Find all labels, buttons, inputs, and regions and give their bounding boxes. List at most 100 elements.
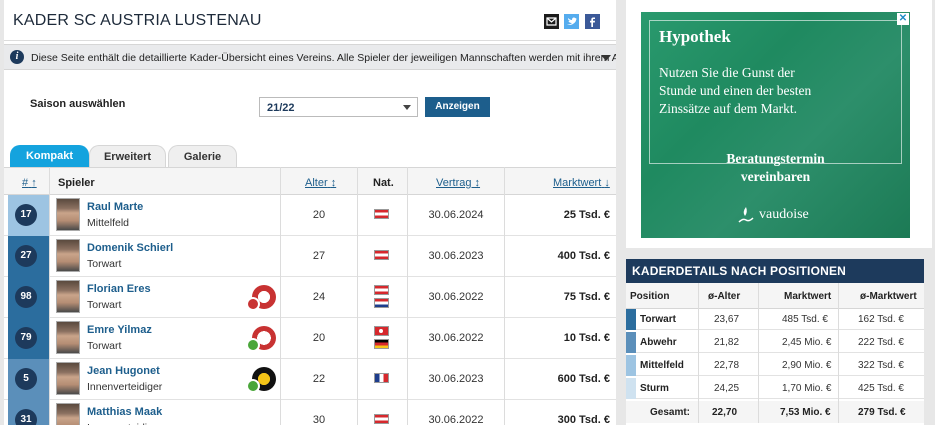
tab-erweitert[interactable]: Erweitert — [89, 145, 166, 167]
player-contract: 30.06.2024 — [428, 209, 484, 221]
player-market-value[interactable]: 10 Tsd. € — [504, 332, 610, 344]
table-header: # ↑ Spieler Alter ↕ Nat. Vertrag ↕ Markt… — [4, 167, 616, 195]
transfer-club-badge[interactable] — [246, 367, 276, 393]
chevron-down-icon[interactable] — [601, 55, 611, 61]
player-contract: 30.06.2022 — [428, 414, 484, 425]
page-header: KADER SC AUSTRIA LUSTENAU — [4, 0, 616, 41]
info-text: Diese Seite enthält die detaillierte Kad… — [31, 52, 616, 64]
player-name-link[interactable]: Raul Marte — [87, 201, 143, 213]
player-position: Torwart — [87, 258, 122, 270]
column-divider — [758, 283, 759, 423]
player-photo[interactable] — [56, 362, 80, 395]
detail-avg-value: 162 Tsd. € — [858, 314, 904, 325]
player-market-value[interactable]: 600 Tsd. € — [504, 373, 610, 385]
position-color-bar — [626, 332, 636, 353]
close-icon[interactable]: ✕ — [897, 13, 909, 25]
column-divider — [357, 167, 358, 425]
email-share-icon[interactable] — [544, 14, 559, 29]
advertisement-banner[interactable]: Hypothek Nutzen Sie die Gunst der Stunde… — [641, 12, 910, 238]
player-photo[interactable] — [56, 321, 80, 354]
player-contract: 30.06.2022 — [428, 291, 484, 303]
squad-details-row: Torwart 23,67 485 Tsd. € 162 Tsd. € — [626, 309, 924, 330]
show-button[interactable]: Anzeigen — [425, 97, 490, 117]
total-label: Gesamt: — [650, 407, 691, 418]
chevron-down-icon — [403, 105, 411, 110]
info-bar[interactable]: i Diese Seite enthält die detaillierte K… — [4, 44, 616, 70]
ad-cta-label: Beratungstermin vereinbaren — [726, 151, 825, 184]
ad-container: Hypothek Nutzen Sie die Gunst der Stunde… — [626, 0, 932, 248]
player-header: Spieler — [58, 177, 95, 189]
facebook-share-icon[interactable] — [585, 14, 600, 29]
player-position: Torwart — [87, 299, 122, 311]
detail-value: 2,90 Mio. € — [782, 360, 832, 371]
player-photo[interactable] — [56, 239, 80, 272]
position-header: Position — [630, 291, 670, 302]
avg-value-header: ø-Marktwert — [860, 291, 917, 302]
player-name-link[interactable]: Domenik Schierl — [87, 242, 173, 254]
player-market-value[interactable]: 400 Tsd. € — [504, 250, 610, 262]
detail-position: Mittelfeld — [640, 360, 684, 371]
detail-avg-value: 425 Tsd. € — [858, 383, 904, 394]
player-age: 20 — [312, 332, 326, 344]
column-divider — [838, 283, 839, 423]
flag-aut-icon — [374, 414, 389, 424]
shirt-number: 31 — [15, 409, 37, 425]
position-color-cell: 98 — [8, 277, 49, 318]
shirt-number: 98 — [15, 286, 37, 308]
position-color-bar — [626, 355, 636, 376]
sort-value-header[interactable]: Marktwert ↓ — [553, 177, 610, 189]
player-contract: 30.06.2022 — [428, 332, 484, 344]
detail-avg-value: 322 Tsd. € — [858, 360, 904, 371]
column-divider — [504, 167, 505, 425]
player-contract: 30.06.2023 — [428, 250, 484, 262]
nationality-flags — [374, 209, 392, 222]
squad-details-title: KADERDETAILS NACH POSITIONEN — [626, 259, 924, 283]
player-market-value[interactable]: 300 Tsd. € — [504, 414, 610, 425]
column-divider — [407, 167, 408, 425]
player-photo[interactable] — [56, 280, 80, 313]
sort-number-header[interactable]: # ↑ — [22, 177, 37, 189]
minus-icon — [246, 297, 260, 311]
detail-avg-age: 23,67 — [714, 314, 740, 325]
player-name-link[interactable]: Florian Eres — [87, 283, 151, 295]
squad-details-header: Position ø-Alter Marktwert ø-Marktwert — [626, 283, 924, 309]
player-name-link[interactable]: Matthias Maak — [87, 406, 162, 418]
squad-details-box: KADERDETAILS NACH POSITIONEN Position ø-… — [626, 259, 924, 425]
value-header: Marktwert — [784, 291, 832, 302]
sidebar: Hypothek Nutzen Sie die Gunst der Stunde… — [626, 0, 932, 425]
transfer-club-badge[interactable] — [246, 326, 276, 352]
player-market-value[interactable]: 25 Tsd. € — [504, 209, 610, 221]
nationality-flags — [374, 414, 392, 425]
transfer-club-badge[interactable] — [246, 285, 276, 311]
tab-kompakt[interactable]: Kompakt — [10, 145, 89, 167]
nationality-header: Nat. — [373, 177, 394, 189]
squad-details-row: Mittelfeld 22,78 2,90 Mio. € 322 Tsd. € — [626, 355, 924, 376]
player-photo[interactable] — [56, 403, 80, 425]
season-label: Saison auswählen — [30, 98, 126, 110]
player-age: 30 — [312, 414, 326, 425]
twitter-share-icon[interactable] — [564, 14, 579, 29]
position-color-cell: 5 — [8, 359, 49, 400]
flag-aut-icon — [374, 209, 389, 219]
tab-galerie[interactable]: Galerie — [168, 145, 237, 167]
squad-details-total: Gesamt: 22,70 7,53 Mio. € 279 Tsd. € — [626, 401, 924, 423]
squad-details-row: Sturm 24,25 1,70 Mio. € 425 Tsd. € — [626, 378, 924, 399]
player-market-value[interactable]: 75 Tsd. € — [504, 291, 610, 303]
flag-tur-icon — [374, 326, 389, 336]
squad-panel: KADER SC AUSTRIA LUSTENAU i Diese Seite … — [4, 0, 616, 425]
player-name-link[interactable]: Jean Hugonet — [87, 365, 160, 377]
sort-age-header[interactable]: Alter ↕ — [305, 177, 336, 189]
plus-icon — [246, 379, 260, 393]
sort-contract-header[interactable]: Vertrag ↕ — [436, 177, 480, 189]
shirt-number: 17 — [15, 204, 37, 226]
position-color-cell: 31 — [8, 400, 49, 425]
player-age: 20 — [312, 209, 326, 221]
player-photo[interactable] — [56, 198, 80, 231]
player-position: Mittelfeld — [87, 217, 130, 229]
season-select[interactable]: 21/22 — [259, 97, 418, 117]
player-name-link[interactable]: Emre Yilmaz — [87, 324, 152, 336]
ad-cta[interactable]: Beratungstermin vereinbaren — [641, 150, 910, 186]
detail-avg-age: 21,82 — [714, 337, 740, 348]
player-contract: 30.06.2023 — [428, 373, 484, 385]
squad-details-row: Abwehr 21,82 2,45 Mio. € 222 Tsd. € — [626, 332, 924, 353]
